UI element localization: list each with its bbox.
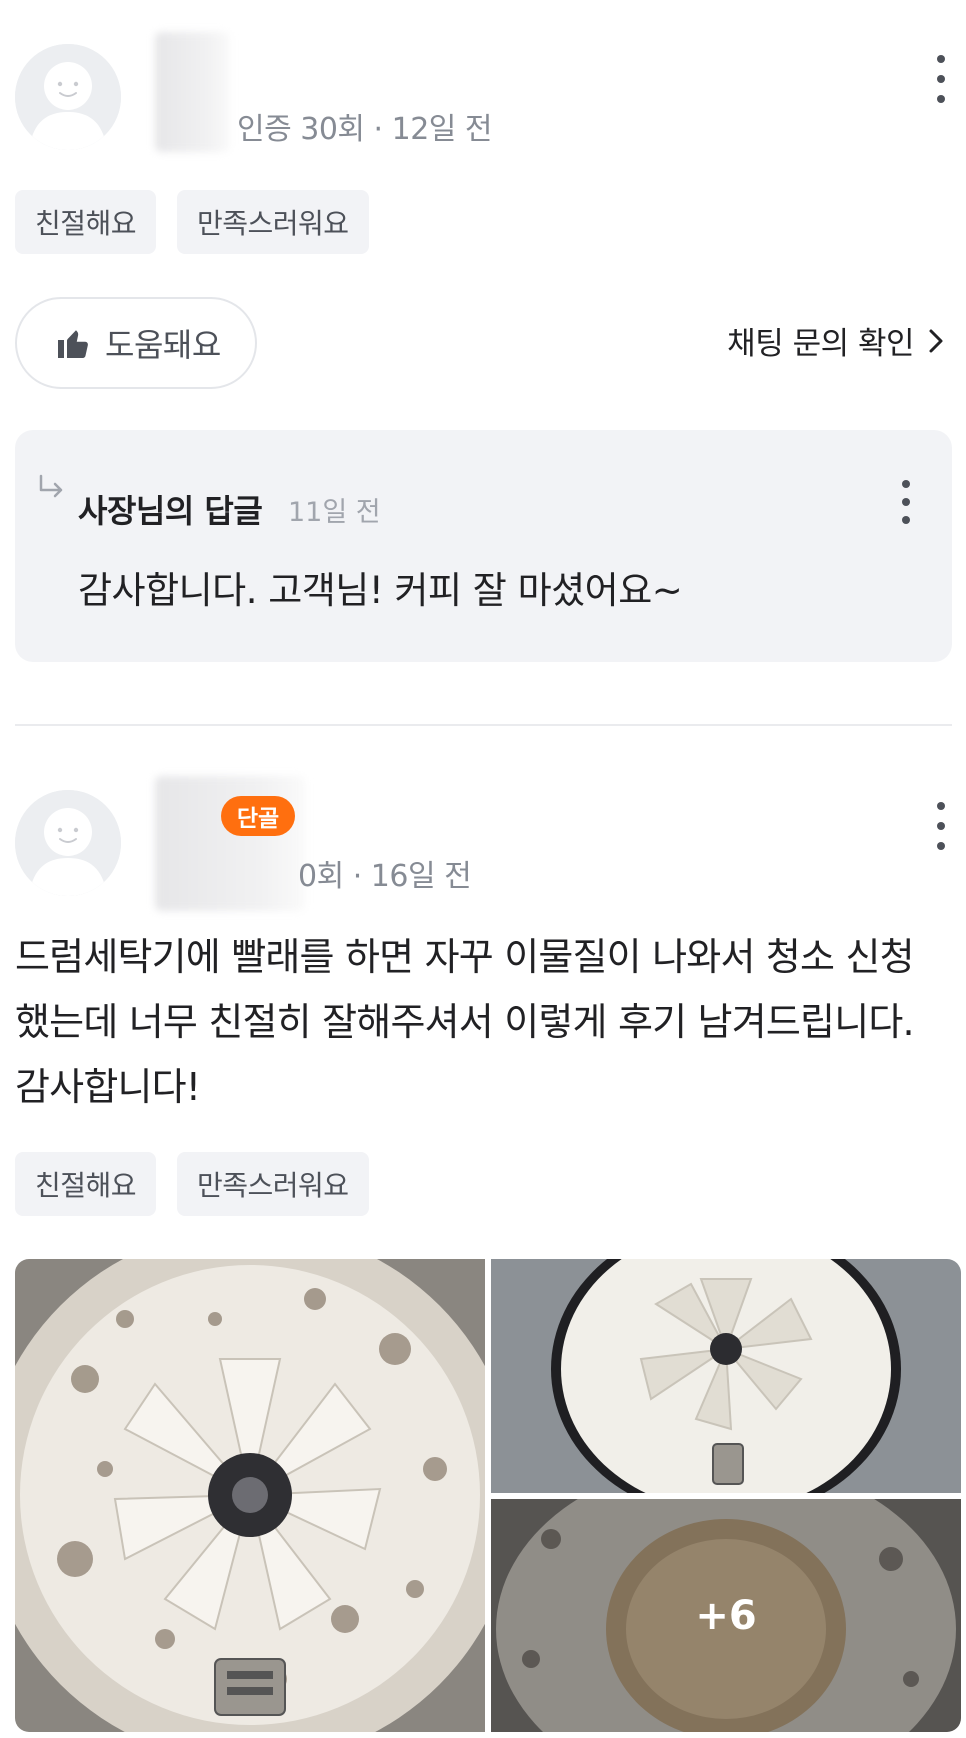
owner-reply-title: 사장님의 답글 [78, 492, 263, 530]
review-photo-1[interactable] [15, 1259, 485, 1732]
chat-inquiry-link[interactable]: 채팅 문의 확인 [727, 318, 946, 363]
helpful-button[interactable]: 도움돼요 [15, 297, 257, 389]
owner-reply: 사장님의 답글 11일 전 감사합니다. 고객님! 커피 잘 마셨어요~ [15, 430, 952, 662]
thumbs-up-icon [58, 330, 88, 358]
reply-arrow-icon [39, 474, 63, 498]
more-options-icon[interactable] [929, 802, 953, 850]
more-options-icon[interactable] [929, 55, 953, 103]
divider [15, 724, 952, 726]
tag-kind: 친절해요 [15, 190, 157, 254]
washer-drum-photo [491, 1259, 961, 1493]
review-meta: 인증 30회 · 12일 전 [237, 112, 493, 147]
reply-more-options-icon[interactable] [894, 480, 918, 524]
regular-customer-badge: 단골 [221, 796, 295, 836]
avatar-icon [15, 44, 121, 150]
helpful-label: 도움돼요 [105, 326, 221, 364]
review-photo-3[interactable]: +6 [491, 1499, 961, 1732]
review-text: 드럼세탁기에 빨래를 하면 자꾸 이물질이 나와서 청소 신청 했는데 너무 친… [15, 935, 915, 1109]
chevron-right-icon [929, 329, 943, 352]
more-photos-count: +6 [491, 1499, 961, 1732]
tag-satisfied: 만족스러워요 [177, 190, 369, 254]
user-name-redacted [155, 32, 230, 152]
owner-reply-time: 11일 전 [288, 497, 381, 528]
user-name-redacted [155, 776, 305, 911]
avatar-icon [15, 790, 121, 896]
tag-satisfied: 만족스러워요 [177, 1152, 369, 1216]
avatar[interactable] [15, 790, 121, 896]
tag-kind: 친절해요 [15, 1152, 157, 1216]
avatar[interactable] [15, 44, 121, 150]
review-meta: 0회 · 16일 전 [298, 859, 472, 894]
review-photo-2[interactable] [491, 1259, 961, 1493]
owner-reply-text: 감사합니다. 고객님! 커피 잘 마셨어요~ [78, 569, 683, 612]
washer-drum-photo [15, 1259, 485, 1732]
chat-inquiry-label: 채팅 문의 확인 [727, 326, 914, 362]
